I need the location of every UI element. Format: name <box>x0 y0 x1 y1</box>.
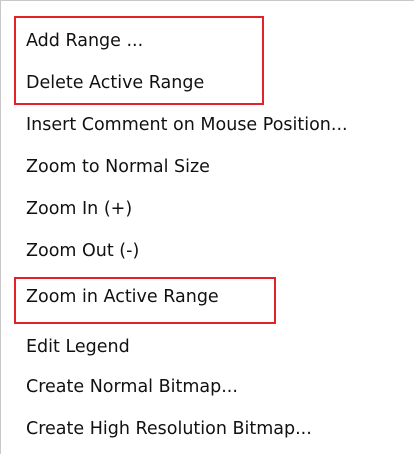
menu-item-zoom-in-active-range[interactable]: Zoom in Active Range <box>26 277 406 317</box>
menu-item-delete-active-range[interactable]: Delete Active Range <box>26 63 406 103</box>
menu-item-create-normal-bitmap[interactable]: Create Normal Bitmap... <box>26 367 406 407</box>
menu-item-edit-legend[interactable]: Edit Legend <box>26 327 406 367</box>
menu-item-zoom-in[interactable]: Zoom In (+) <box>26 189 406 229</box>
menu-item-zoom-out[interactable]: Zoom Out (-) <box>26 231 406 271</box>
context-menu: Add Range ... Delete Active Range Insert… <box>0 0 414 454</box>
menu-item-insert-comment[interactable]: Insert Comment on Mouse Position... <box>26 105 414 145</box>
menu-item-add-range[interactable]: Add Range ... <box>26 21 406 61</box>
menu-item-create-high-resolution-bitmap[interactable]: Create High Resolution Bitmap... <box>26 409 406 449</box>
menu-item-zoom-normal-size[interactable]: Zoom to Normal Size <box>26 147 406 187</box>
